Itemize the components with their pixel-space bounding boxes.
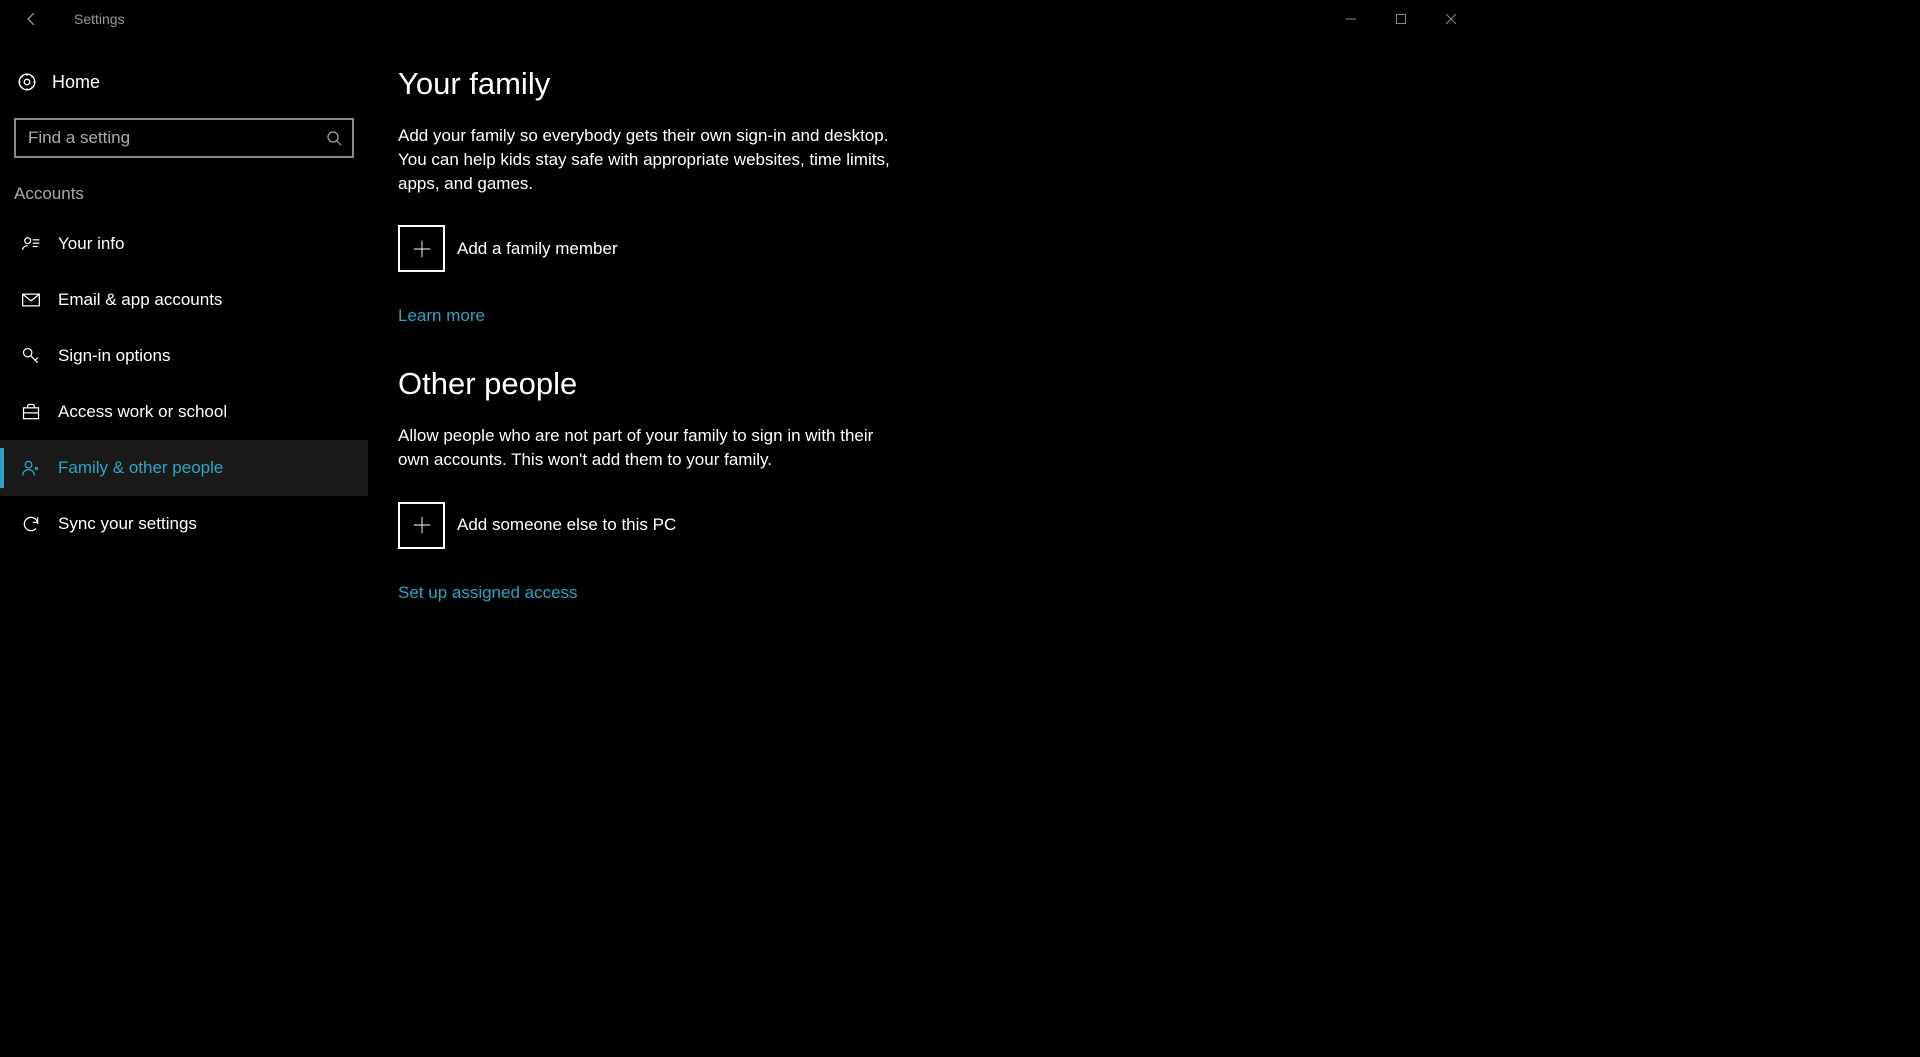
sidebar: Home Accounts Your <box>0 38 368 811</box>
titlebar: Settings <box>0 0 1476 38</box>
close-button[interactable] <box>1426 1 1476 37</box>
minimize-button[interactable] <box>1326 1 1376 37</box>
maximize-button[interactable] <box>1376 1 1426 37</box>
plus-icon <box>398 225 445 272</box>
window-title: Settings <box>74 11 125 27</box>
back-button[interactable] <box>14 1 50 37</box>
your-family-heading: Your family <box>398 66 1446 102</box>
search-input[interactable] <box>14 118 354 158</box>
sidebar-item-label: Sync your settings <box>58 514 197 534</box>
plus-icon <box>398 502 445 549</box>
add-someone-else-label: Add someone else to this PC <box>457 515 676 535</box>
people-icon <box>20 458 42 478</box>
learn-more-link[interactable]: Learn more <box>398 306 485 326</box>
assigned-access-link[interactable]: Set up assigned access <box>398 583 578 603</box>
sidebar-item-your-info[interactable]: Your info <box>0 216 368 272</box>
sidebar-item-label: Access work or school <box>58 402 227 422</box>
sidebar-group-label: Accounts <box>0 184 368 204</box>
sidebar-item-access-work-school[interactable]: Access work or school <box>0 384 368 440</box>
sidebar-item-email-accounts[interactable]: Email & app accounts <box>0 272 368 328</box>
sidebar-item-label: Email & app accounts <box>58 290 222 310</box>
add-someone-else-button[interactable]: Add someone else to this PC <box>398 502 1446 549</box>
add-family-member-button[interactable]: Add a family member <box>398 225 1446 272</box>
sidebar-item-label: Your info <box>58 234 124 254</box>
sidebar-item-label: Sign-in options <box>58 346 170 366</box>
search-box[interactable] <box>14 118 354 158</box>
search-icon <box>326 130 342 146</box>
add-family-member-label: Add a family member <box>457 239 618 259</box>
sidebar-item-signin-options[interactable]: Sign-in options <box>0 328 368 384</box>
briefcase-icon <box>20 402 42 422</box>
other-people-heading: Other people <box>398 366 1446 402</box>
sync-icon <box>20 514 42 534</box>
email-icon <box>20 290 42 310</box>
content-area: Your family Add your family so everybody… <box>368 38 1476 811</box>
home-button[interactable]: Home <box>0 60 368 104</box>
key-icon <box>20 346 42 366</box>
other-people-description: Allow people who are not part of your fa… <box>398 424 908 472</box>
sidebar-item-family-other-people[interactable]: Family & other people <box>0 440 368 496</box>
home-label: Home <box>52 72 100 93</box>
your-family-description: Add your family so everybody gets their … <box>398 124 908 195</box>
person-card-icon <box>20 234 42 254</box>
sidebar-item-label: Family & other people <box>58 458 223 478</box>
gear-icon <box>16 71 38 93</box>
sidebar-item-sync-settings[interactable]: Sync your settings <box>0 496 368 552</box>
